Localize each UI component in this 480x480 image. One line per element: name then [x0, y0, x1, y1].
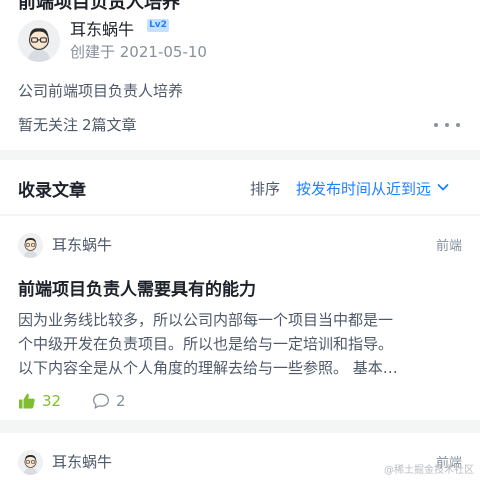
collection-info-card: 前端项目负责人培养 耳东蜗牛 Lv2 创建于 2021-05-10 公司前端项目…: [0, 0, 480, 150]
created-date: 创建于 2021-05-10: [70, 43, 207, 61]
author-name[interactable]: 耳东蜗牛: [70, 16, 134, 40]
abstract-line: 以下内容全是从个人角度的理解去给与一些参照。 基本…: [18, 359, 398, 377]
sort-label: 排序: [250, 180, 281, 198]
author-avatar[interactable]: [18, 20, 60, 62]
abstract-line: 个中级开发在负责项目。所以也是给与一定培训和指导。: [18, 335, 394, 353]
sort-dropdown[interactable]: 按发布时间从近到远: [296, 178, 449, 199]
avatar-illustration: [18, 20, 60, 62]
comment-count: 2: [116, 392, 126, 410]
article-title[interactable]: 前端项目负责人需要具有的能力: [18, 275, 256, 300]
abstract-line: 因为业务线比较多，所以公司内部每一个项目当中都是一: [18, 311, 394, 329]
article-abstract: 因为业务线比较多，所以公司内部每一个项目当中都是一 个中级开发在负责项目。所以也…: [18, 308, 463, 380]
thumbs-up-icon: [19, 393, 35, 409]
collection-description: 公司前端项目负责人培养: [18, 82, 184, 100]
collection-stats: 暂无关注 2篇文章: [18, 114, 137, 135]
article-author-name[interactable]: 耳东蜗牛: [52, 234, 112, 255]
more-dot: [456, 123, 460, 127]
article-card[interactable]: 耳东蜗牛 前端 前端项目负责人需要具有的能力 因为业务线比较多，所以公司内部每一…: [0, 216, 480, 420]
avatar-illustration: [18, 233, 43, 258]
like-count: 32: [42, 392, 62, 410]
section-title: 收录文章: [18, 181, 86, 201]
chevron-down-icon: [437, 184, 449, 191]
more-horizontal-icon: [434, 123, 438, 127]
article-list-header: 收录文章 排序 按发布时间从近到远: [0, 160, 480, 214]
watermark: @稀土掘金技术社区: [384, 465, 474, 476]
article-author-avatar[interactable]: [18, 450, 43, 475]
more-dot: [445, 123, 449, 127]
more-options-button[interactable]: [434, 114, 460, 134]
avatar-illustration: [18, 450, 43, 475]
comment-icon: [93, 393, 109, 409]
collection-title: 前端项目负责人培养: [18, 0, 180, 13]
level-badge: Lv2: [147, 19, 169, 32]
article-count: 2篇文章: [82, 116, 137, 134]
article-tag[interactable]: 前端: [436, 235, 462, 254]
article-author-name[interactable]: 耳东蜗牛: [52, 451, 112, 472]
sort-value: 按发布时间从近到远: [296, 180, 432, 198]
article-author-avatar[interactable]: [18, 233, 43, 258]
follow-status: 暂无关注: [18, 116, 79, 134]
